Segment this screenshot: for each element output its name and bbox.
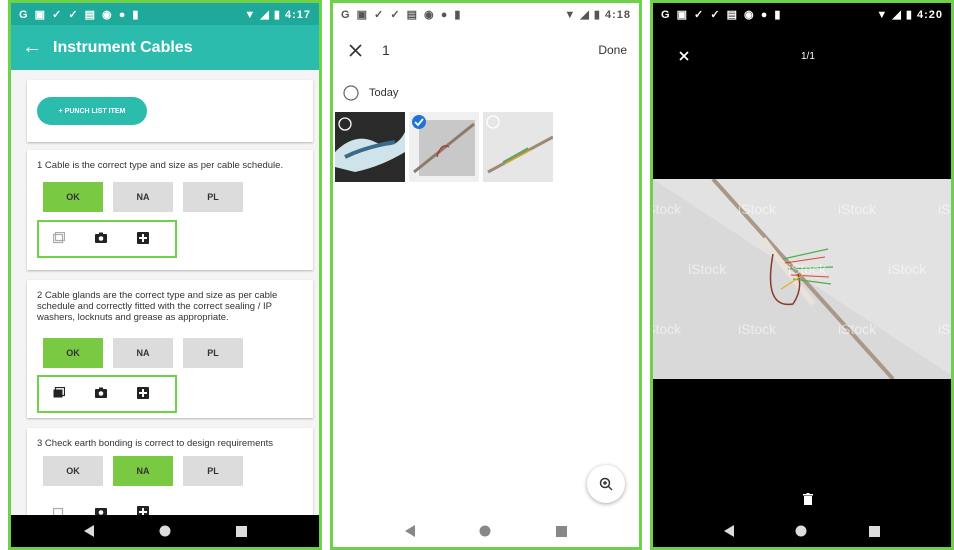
status-bar: G ▣ ✓ ✓ ▤ ◉ ● ▮ ▼ ◢ ▮ 4:17 (11, 3, 319, 25)
na-button[interactable]: NA (113, 182, 173, 212)
na-button[interactable]: NA (113, 456, 173, 486)
status-bar: G ▣ ✓ ✓ ▤ ◉ ● ▮ ▼ ◢ ▮ 4:18 (333, 3, 639, 25)
ok-button[interactable]: OK (43, 456, 103, 486)
nav-bar (653, 515, 951, 547)
na-button[interactable]: NA (113, 338, 173, 368)
cable-photo-3 (483, 112, 553, 182)
back-arrow-icon[interactable]: ← (11, 36, 53, 59)
camera-icon[interactable] (95, 232, 107, 244)
watermark: iStock (838, 201, 877, 217)
ok-button[interactable]: OK (43, 182, 103, 212)
watermark: iStock (653, 201, 682, 217)
watermark: iStock (888, 261, 927, 277)
checklist-item-3: 3 Check earth bonding is correct to desi… (27, 428, 313, 515)
watermark: iStock (688, 261, 727, 277)
status-bar: G ▣ ✓ ✓ ▤ ◉ ● ▮ ▼ ◢ ▮ 4:20 (653, 3, 951, 25)
attachment-icons (37, 375, 177, 413)
delete-icon[interactable] (803, 493, 813, 505)
add-icon[interactable] (137, 232, 149, 244)
recents-nav-icon[interactable] (869, 525, 881, 537)
gallery-icon[interactable] (53, 232, 65, 244)
close-icon[interactable] (679, 51, 689, 61)
checklist-item-1: 1 Cable is the correct type and size as … (27, 150, 313, 270)
page-title: Instrument Cables (53, 38, 193, 56)
phone-photo-viewer: G ▣ ✓ ✓ ▤ ◉ ● ▮ ▼ ◢ ▮ 4:20 1/1 iStock iS… (650, 0, 954, 550)
notification-icons: G ▣ ✓ ✓ ▤ ◉ ● ▮ (341, 8, 463, 21)
photo-thumbnail-1[interactable] (335, 112, 405, 182)
add-icon[interactable] (137, 387, 149, 399)
status-time: 4:20 (916, 8, 943, 21)
watermark: iStock (738, 321, 777, 337)
checklist-item-2: 2 Cable glands are the correct type and … (27, 280, 313, 418)
attachment-icons (37, 494, 177, 515)
photo-grid: Today (333, 75, 639, 515)
watermark: iStock (838, 321, 877, 337)
watermark: iStock (788, 261, 827, 277)
watermark: iStock (653, 321, 682, 337)
back-nav-icon[interactable] (723, 525, 734, 537)
today-group-header[interactable]: Today (343, 85, 398, 101)
photo-preview[interactable]: iStock iStock iStock iStock iStock iStoc… (653, 179, 954, 379)
recents-nav-icon[interactable] (555, 525, 567, 537)
zoom-button[interactable] (587, 465, 625, 503)
photo-counter: 1/1 (801, 50, 815, 62)
camera-icon[interactable] (95, 506, 107, 515)
photo-thumbnail-2[interactable] (409, 112, 479, 182)
phone-photo-picker: G ▣ ✓ ✓ ▤ ◉ ● ▮ ▼ ◢ ▮ 4:18 1 Done Today (330, 0, 642, 550)
zoom-in-icon (599, 477, 613, 491)
attachment-icons (37, 220, 177, 258)
selected-count: 1 (382, 42, 390, 58)
camera-icon[interactable] (95, 387, 107, 399)
phone-instrument-cables: G ▣ ✓ ✓ ▤ ◉ ● ▮ ▼ ◢ ▮ 4:17 ← Instrument … (8, 0, 322, 550)
home-nav-icon[interactable] (795, 525, 807, 537)
watermark: iStock (738, 201, 777, 217)
picker-toolbar: 1 Done (333, 25, 639, 76)
punch-list-item-button[interactable]: + PUNCH LIST ITEM (37, 97, 147, 125)
status-right: ▼ ◢ ▮ 4:17 (244, 8, 311, 21)
watermark: iStock (938, 321, 954, 337)
status-time: 4:17 (284, 8, 311, 21)
status-right: ▼ ◢ ▮ 4:18 (564, 8, 631, 21)
cable-photo-large: iStock iStock iStock iStock iStock iStoc… (653, 179, 954, 379)
cable-photo-1 (335, 112, 405, 182)
cable-photo-2 (409, 112, 479, 182)
app-bar: ← Instrument Cables (11, 25, 319, 70)
pl-button[interactable]: PL (183, 182, 243, 212)
back-nav-icon[interactable] (405, 525, 416, 537)
select-all-radio-icon[interactable] (343, 85, 359, 101)
pl-button[interactable]: PL (183, 456, 243, 486)
item-text: 3 Check earth bonding is correct to desi… (37, 438, 274, 449)
item-text: 1 Cable is the correct type and size as … (37, 160, 284, 171)
punch-card: + PUNCH LIST ITEM (27, 80, 313, 142)
viewer-toolbar: 1/1 (653, 41, 951, 71)
ok-button[interactable]: OK (43, 338, 103, 368)
notification-icons: G ▣ ✓ ✓ ▤ ◉ ● ▮ (661, 8, 783, 21)
nav-bar (11, 515, 319, 547)
status-time: 4:18 (604, 8, 631, 21)
notification-icons: G ▣ ✓ ✓ ▤ ◉ ● ▮ (19, 8, 141, 21)
gallery-icon[interactable] (53, 506, 65, 515)
watermark: iStock (938, 201, 954, 217)
group-label: Today (369, 87, 399, 99)
checklist-content: + PUNCH LIST ITEM 1 Cable is the correct… (11, 70, 319, 515)
gallery-icon[interactable] (53, 387, 65, 399)
home-nav-icon[interactable] (159, 525, 171, 537)
close-icon[interactable] (349, 43, 362, 57)
recents-nav-icon[interactable] (235, 525, 247, 537)
done-button[interactable]: Done (598, 43, 627, 57)
item-text: 2 Cable glands are the correct type and … (37, 290, 278, 323)
home-nav-icon[interactable] (479, 525, 491, 537)
photo-thumbnail-3[interactable] (483, 112, 553, 182)
pl-button[interactable]: PL (183, 338, 243, 368)
add-icon[interactable] (137, 506, 149, 515)
nav-bar (333, 515, 639, 547)
back-nav-icon[interactable] (83, 525, 94, 537)
status-right: ▼ ◢ ▮ 4:20 (876, 8, 943, 21)
